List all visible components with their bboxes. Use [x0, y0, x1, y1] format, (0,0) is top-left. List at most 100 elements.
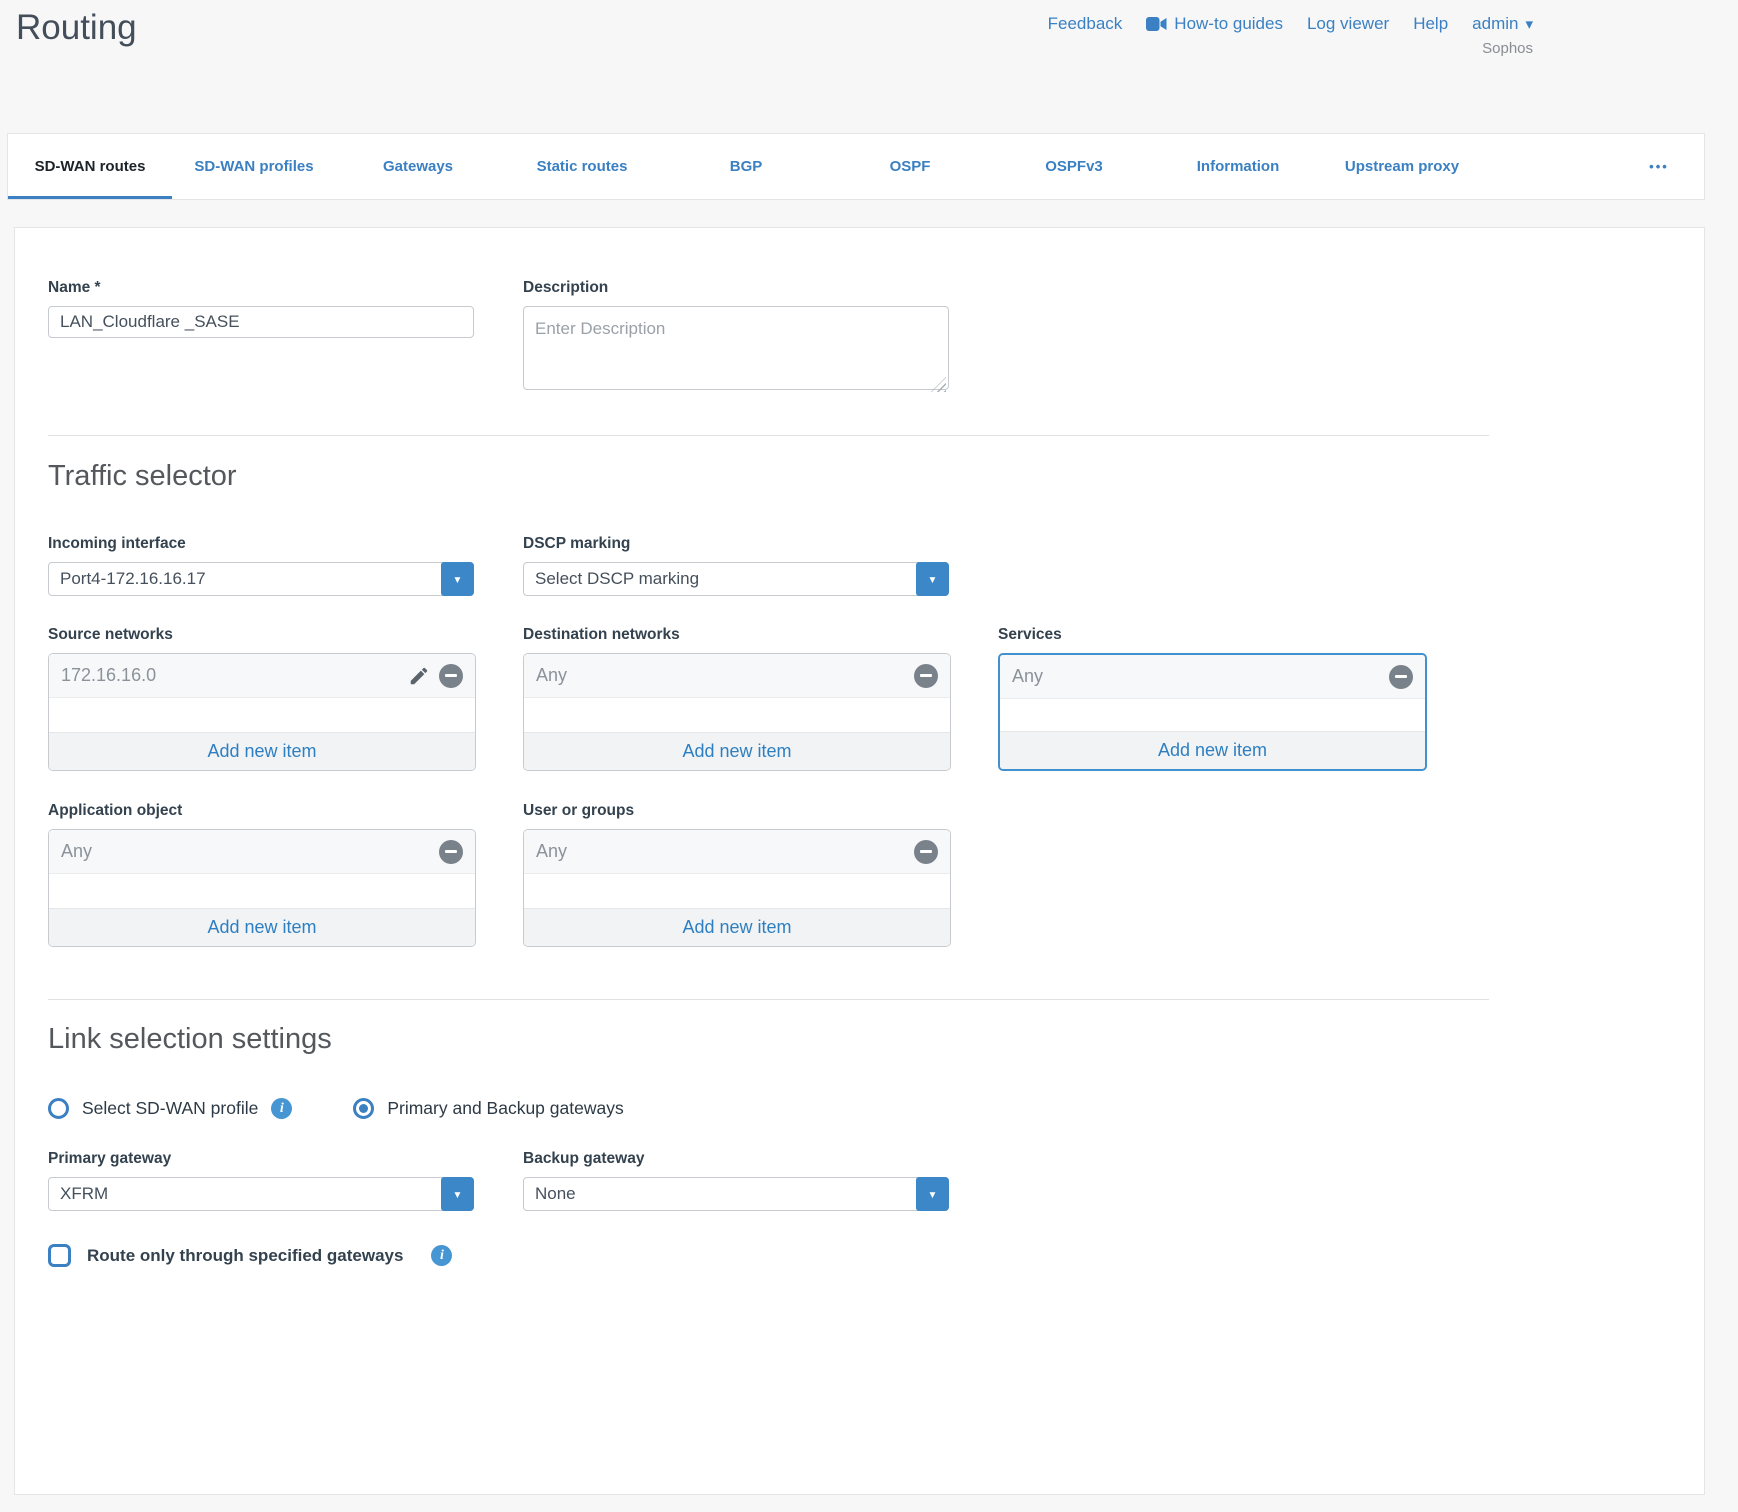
- list-empty-area: [524, 698, 950, 732]
- edit-icon[interactable]: [408, 665, 430, 687]
- page-header: Routing Feedback How-to guides Log viewe…: [0, 0, 1738, 133]
- tab-ospf[interactable]: OSPF: [828, 134, 992, 199]
- traffic-selector-heading: Traffic selector: [48, 460, 1671, 493]
- services-label: Services: [998, 626, 1427, 644]
- list-empty-area: [49, 698, 475, 732]
- application-object-group: Application object Any Add new item: [48, 802, 474, 947]
- tab-upstream-proxy[interactable]: Upstream proxy: [1320, 134, 1484, 199]
- dscp-marking-group: DSCP marking: [523, 535, 949, 596]
- remove-icon[interactable]: [439, 664, 463, 688]
- list-empty-area: [49, 874, 475, 908]
- sdwan-route-form: Name * Description Traffic selector Inco…: [14, 227, 1705, 1495]
- description-textarea[interactable]: [523, 306, 949, 390]
- source-networks-label: Source networks: [48, 626, 474, 644]
- destination-networks-list: Any Add new item: [523, 653, 951, 771]
- radio-option-sdwan-profile[interactable]: Select SD-WAN profile: [48, 1098, 292, 1119]
- add-new-item-button[interactable]: Add new item: [49, 732, 475, 770]
- services-list: Any Add new item: [998, 653, 1427, 771]
- help-link[interactable]: Help: [1413, 14, 1448, 34]
- add-new-item-button[interactable]: Add new item: [49, 908, 475, 946]
- divider: [48, 435, 1489, 436]
- route-only-row: Route only through specified gateways: [48, 1244, 1671, 1267]
- tab-sdwan-routes[interactable]: SD-WAN routes: [8, 134, 172, 199]
- add-new-item-button[interactable]: Add new item: [524, 732, 950, 770]
- remove-icon[interactable]: [1389, 665, 1413, 689]
- application-object-list: Any Add new item: [48, 829, 476, 947]
- chevron-down-icon: [1525, 14, 1533, 34]
- incoming-interface-group: Incoming interface: [48, 535, 474, 596]
- backup-gateway-group: Backup gateway: [523, 1150, 949, 1211]
- radio-selected-icon[interactable]: [353, 1098, 374, 1119]
- add-new-item-button[interactable]: Add new item: [524, 908, 950, 946]
- dropdown-button[interactable]: [916, 562, 949, 596]
- radio-unselected-icon[interactable]: [48, 1098, 69, 1119]
- remove-icon[interactable]: [914, 664, 938, 688]
- list-empty-area: [1000, 699, 1425, 731]
- how-to-guides-link[interactable]: How-to guides: [1146, 14, 1283, 34]
- description-label: Description: [523, 279, 949, 297]
- remove-icon[interactable]: [439, 840, 463, 864]
- primary-gateway-value[interactable]: [48, 1177, 474, 1211]
- add-new-item-button[interactable]: Add new item: [1000, 731, 1425, 769]
- application-object-label: Application object: [48, 802, 474, 820]
- backup-gateway-select[interactable]: [523, 1177, 949, 1211]
- name-input[interactable]: [48, 306, 474, 338]
- brand-label: Sophos: [1482, 40, 1533, 57]
- dropdown-button[interactable]: [441, 1177, 474, 1211]
- list-item[interactable]: Any: [1000, 655, 1425, 699]
- destination-networks-group: Destination networks Any Add new item: [523, 626, 949, 771]
- primary-gateway-label: Primary gateway: [48, 1150, 474, 1168]
- source-networks-group: Source networks 172.16.16.0 Add new item: [48, 626, 474, 771]
- user-or-groups-label: User or groups: [523, 802, 949, 820]
- admin-menu[interactable]: admin: [1472, 14, 1533, 34]
- tab-sdwan-profiles[interactable]: SD-WAN profiles: [172, 134, 336, 199]
- dropdown-button[interactable]: [441, 562, 474, 596]
- tab-ospfv3[interactable]: OSPFv3: [992, 134, 1156, 199]
- name-description-row: Name * Description: [48, 228, 1671, 395]
- link-selection-radios: Select SD-WAN profile Primary and Backup…: [48, 1098, 1671, 1119]
- feedback-link[interactable]: Feedback: [1048, 14, 1123, 34]
- interface-dscp-row: Incoming interface DSCP marking: [48, 535, 1671, 596]
- chevron-down-icon: [453, 570, 463, 588]
- description-field-group: Description: [523, 279, 949, 395]
- list-item[interactable]: Any: [524, 830, 950, 874]
- primary-gateway-select[interactable]: [48, 1177, 474, 1211]
- tab-overflow-menu[interactable]: •••: [1614, 134, 1704, 199]
- list-item[interactable]: 172.16.16.0: [49, 654, 475, 698]
- source-networks-list: 172.16.16.0 Add new item: [48, 653, 476, 771]
- primary-gateway-group: Primary gateway: [48, 1150, 474, 1211]
- tab-information[interactable]: Information: [1156, 134, 1320, 199]
- divider: [48, 999, 1489, 1000]
- chevron-down-icon: [928, 1185, 938, 1203]
- incoming-interface-select[interactable]: [48, 562, 474, 596]
- chevron-down-icon: [928, 570, 938, 588]
- tab-gateways[interactable]: Gateways: [336, 134, 500, 199]
- networks-row: Source networks 172.16.16.0 Add new item…: [48, 626, 1671, 771]
- destination-networks-label: Destination networks: [523, 626, 949, 644]
- page-title: Routing: [16, 8, 137, 48]
- radio-option-primary-backup[interactable]: Primary and Backup gateways: [353, 1098, 623, 1119]
- backup-gateway-value[interactable]: [523, 1177, 949, 1211]
- user-or-groups-group: User or groups Any Add new item: [523, 802, 949, 947]
- dropdown-button[interactable]: [916, 1177, 949, 1211]
- list-item[interactable]: Any: [49, 830, 475, 874]
- link-selection-heading: Link selection settings: [48, 1023, 1671, 1056]
- services-group: Services Any Add new item: [998, 626, 1427, 771]
- name-label: Name *: [48, 279, 474, 297]
- info-icon[interactable]: [271, 1098, 292, 1119]
- dscp-marking-select[interactable]: [523, 562, 949, 596]
- tab-bgp[interactable]: BGP: [664, 134, 828, 199]
- dscp-marking-value[interactable]: [523, 562, 949, 596]
- incoming-interface-label: Incoming interface: [48, 535, 474, 553]
- tab-static-routes[interactable]: Static routes: [500, 134, 664, 199]
- route-only-checkbox[interactable]: [48, 1244, 71, 1267]
- incoming-interface-value[interactable]: [48, 562, 474, 596]
- list-empty-area: [524, 874, 950, 908]
- application-users-row: Application object Any Add new item User…: [48, 802, 1671, 947]
- user-or-groups-list: Any Add new item: [523, 829, 951, 947]
- video-camera-icon: [1146, 17, 1167, 31]
- info-icon[interactable]: [431, 1245, 452, 1266]
- log-viewer-link[interactable]: Log viewer: [1307, 14, 1389, 34]
- remove-icon[interactable]: [914, 840, 938, 864]
- list-item[interactable]: Any: [524, 654, 950, 698]
